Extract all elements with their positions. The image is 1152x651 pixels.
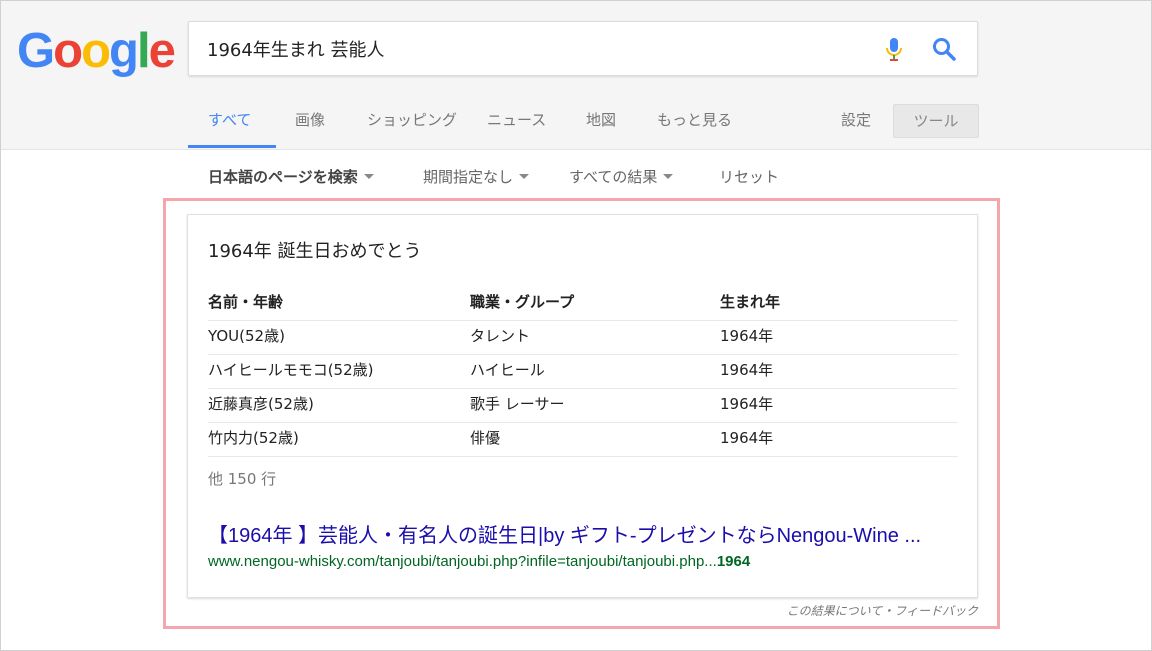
active-tab-indicator	[188, 145, 276, 148]
logo-letter: e	[148, 24, 176, 78]
search-box	[188, 21, 978, 76]
card-title: 1964年 誕生日おめでとう	[208, 241, 422, 262]
tools-button[interactable]: ツール	[893, 104, 979, 138]
cell-name: 竹内力(52歳)	[208, 429, 299, 447]
table-header: 名前・年齢 職業・グループ 生まれ年	[208, 287, 958, 321]
result-url-bold: 1964	[716, 553, 751, 570]
cell-birth-year: 1964年	[720, 361, 774, 379]
column-header-occupation: 職業・グループ	[470, 293, 575, 311]
table-row: 竹内力(52歳) 俳優 1964年	[208, 423, 958, 457]
cell-name: YOU(52歳)	[208, 327, 285, 345]
tab-news[interactable]: ニュース	[487, 101, 546, 139]
tab-more[interactable]: もっと見る	[657, 101, 732, 139]
tab-images[interactable]: 画像	[295, 101, 325, 139]
filter-period-label: 期間指定なし	[423, 168, 514, 186]
feedback-link[interactable]: この結果について・フィードバック	[700, 602, 978, 619]
logo-letter: o	[53, 24, 83, 78]
result-url: www.nengou-whisky.com/tanjoubi/tanjoubi.…	[208, 553, 750, 570]
result-title-link[interactable]: 【1964年 】芸能人・有名人の誕生日|by ギフト-プレゼントならNengou…	[208, 519, 921, 548]
filter-results[interactable]: すべての結果	[569, 163, 674, 191]
caret-down-icon	[363, 174, 374, 179]
cell-name: ハイヒールモモコ(52歳)	[208, 361, 374, 379]
cell-occupation: タレント	[470, 327, 531, 345]
cell-birth-year: 1964年	[720, 429, 774, 447]
logo-letter: l	[136, 24, 151, 78]
cell-occupation: 歌手 レーサー	[470, 395, 565, 413]
table-row: YOU(52歳) タレント 1964年	[208, 321, 958, 355]
settings-link[interactable]: 設定	[841, 101, 871, 139]
logo-letter: o	[81, 24, 111, 78]
tab-shopping[interactable]: ショッピング	[367, 101, 457, 139]
magnifier-icon[interactable]	[931, 36, 957, 62]
column-header-birth-year: 生まれ年	[720, 293, 781, 311]
caret-down-icon	[663, 174, 674, 179]
header-bar: Google すべて 画像 ショッピング ニュース 地図 もっと見る 設定 ツー…	[1, 1, 1151, 150]
cell-birth-year: 1964年	[720, 395, 774, 413]
google-logo[interactable]: Google	[17, 23, 176, 79]
result-url-prefix: www.nengou-whisky.com/tanjoubi/tanjoubi.…	[208, 553, 717, 570]
more-rows-link[interactable]: 他 150 行	[208, 468, 276, 489]
search-input[interactable]	[207, 33, 867, 65]
tab-all[interactable]: すべて	[208, 101, 251, 139]
filter-reset[interactable]: リセット	[719, 163, 779, 191]
caret-down-icon	[519, 174, 530, 179]
logo-letter: G	[17, 24, 55, 78]
cell-birth-year: 1964年	[720, 327, 774, 345]
celebrity-table: 名前・年齢 職業・グループ 生まれ年 YOU(52歳) タレント 1964年 ハ…	[208, 287, 958, 457]
cell-occupation: 俳優	[470, 429, 501, 447]
filter-results-label: すべての結果	[569, 168, 658, 186]
featured-snippet-card: 1964年 誕生日おめでとう 名前・年齢 職業・グループ 生まれ年 YOU(52…	[187, 214, 978, 598]
table-row: ハイヒールモモコ(52歳) ハイヒール 1964年	[208, 355, 958, 389]
tab-maps[interactable]: 地図	[586, 101, 616, 139]
logo-letter: g	[109, 24, 139, 78]
cell-occupation: ハイヒール	[470, 361, 545, 379]
filter-language-label: 日本語のページを検索	[208, 168, 358, 186]
microphone-icon[interactable]	[881, 36, 907, 64]
table-row: 近藤真彦(52歳) 歌手 レーサー 1964年	[208, 389, 958, 423]
cell-name: 近藤真彦(52歳)	[208, 395, 314, 413]
filter-period[interactable]: 期間指定なし	[423, 163, 530, 191]
filter-language[interactable]: 日本語のページを検索	[208, 163, 374, 191]
column-header-name: 名前・年齢	[208, 293, 284, 311]
